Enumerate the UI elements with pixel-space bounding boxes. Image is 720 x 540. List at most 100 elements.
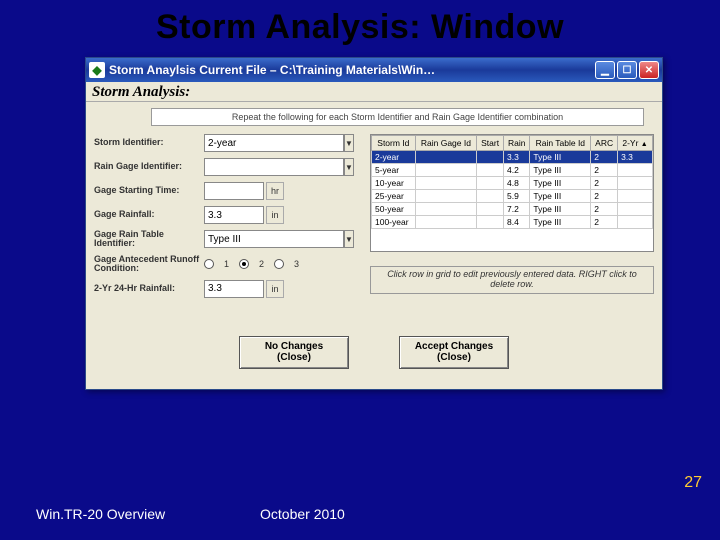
storm-identifier-label: Storm Identifier: (94, 138, 204, 147)
arc-label: Gage Antecedent Runoff Condition: (94, 255, 204, 274)
rain-table-dropdown-icon[interactable]: ▼ (344, 230, 354, 248)
table-cell: Type III (530, 151, 591, 164)
table-cell: Type III (530, 190, 591, 203)
sort-up-icon[interactable]: ▲ (641, 141, 648, 148)
table-cell: 3.3 (504, 151, 530, 164)
grid-header: Rain Gage Id (415, 136, 476, 151)
table-cell (477, 164, 504, 177)
table-row[interactable]: 2-year3.3Type III23.3 (372, 151, 653, 164)
table-cell: 4.2 (504, 164, 530, 177)
table-cell (618, 164, 653, 177)
table-row[interactable]: 50-year 7.2Type III2 (372, 203, 653, 216)
table-cell (477, 151, 504, 164)
rain-gage-label: Rain Gage Identifier: (94, 162, 204, 171)
table-cell: 8.4 (504, 216, 530, 229)
close-button[interactable]: ✕ (639, 61, 659, 79)
table-cell: Type III (530, 177, 591, 190)
table-cell: 7.2 (504, 203, 530, 216)
storm-analysis-window: ◆ Storm Anaylsis Current File – C:\Train… (85, 57, 663, 390)
table-cell: 2 (591, 203, 618, 216)
grid-header: 2-Yr ▲ (618, 136, 653, 151)
grid-header: ARC (591, 136, 618, 151)
table-cell (618, 216, 653, 229)
grid-instruction: Click row in grid to edit previously ent… (370, 266, 654, 294)
table-cell (618, 203, 653, 216)
slide-title: Storm Analysis: Window (0, 0, 720, 57)
grid-header-row: Storm Id Rain Gage Id Start Rain Rain Ta… (372, 136, 653, 151)
footer-left: Win.TR-20 Overview (36, 506, 165, 522)
form-panel: Storm Identifier: ▼ Rain Gage Identifier… (94, 134, 364, 304)
arc-radio-3[interactable] (274, 259, 284, 269)
table-row[interactable]: 25-year 5.9Type III2 (372, 190, 653, 203)
grid-header: Storm Id (372, 136, 416, 151)
table-cell (477, 203, 504, 216)
two-yr-unit: in (266, 280, 284, 298)
arc-radio-2[interactable] (239, 259, 249, 269)
arc-option-3-label: 3 (294, 259, 299, 269)
grid-header: Start (477, 136, 504, 151)
footer-page-number: 27 (684, 474, 702, 492)
gage-rainfall-label: Gage Rainfall: (94, 210, 204, 219)
gage-rainfall-unit: in (266, 206, 284, 224)
table-cell: 2-year (372, 151, 416, 164)
table-cell: 2 (591, 216, 618, 229)
table-row[interactable]: 10-year 4.8Type III2 (372, 177, 653, 190)
gage-start-label: Gage Starting Time: (94, 186, 204, 195)
rain-gage-dropdown-icon[interactable]: ▼ (344, 158, 354, 176)
arc-radio-1[interactable] (204, 259, 214, 269)
two-yr-label: 2-Yr 24-Hr Rainfall: (94, 284, 204, 293)
table-cell: 100-year (372, 216, 416, 229)
table-cell: 2 (591, 190, 618, 203)
table-cell: 2 (591, 177, 618, 190)
table-cell (618, 177, 653, 190)
storm-identifier-dropdown-icon[interactable]: ▼ (344, 134, 354, 152)
app-icon: ◆ (89, 62, 105, 78)
window-subheader: Storm Analysis: (86, 82, 662, 102)
table-cell (415, 190, 476, 203)
accept-changes-button[interactable]: Accept Changes(Close) (399, 336, 509, 369)
table-cell (415, 151, 476, 164)
table-cell: 4.8 (504, 177, 530, 190)
maximize-button[interactable]: ☐ (617, 61, 637, 79)
arc-option-2-label: 2 (259, 259, 264, 269)
titlebar-text: Storm Anaylsis Current File – C:\Trainin… (109, 63, 595, 77)
table-cell: 5-year (372, 164, 416, 177)
table-cell: 2 (591, 151, 618, 164)
table-cell: Type III (530, 216, 591, 229)
table-row[interactable]: 100-year 8.4Type III2 (372, 216, 653, 229)
table-cell (415, 203, 476, 216)
gage-start-unit: hr (266, 182, 284, 200)
table-cell (415, 164, 476, 177)
rain-table-input[interactable] (204, 230, 344, 248)
table-row[interactable]: 5-year 4.2Type III2 (372, 164, 653, 177)
table-cell: 3.3 (618, 151, 653, 164)
storm-grid[interactable]: Storm Id Rain Gage Id Start Rain Rain Ta… (370, 134, 654, 252)
table-cell (618, 190, 653, 203)
storm-identifier-input[interactable] (204, 134, 344, 152)
table-cell: 10-year (372, 177, 416, 190)
table-cell: Type III (530, 203, 591, 216)
table-cell: 25-year (372, 190, 416, 203)
minimize-button[interactable]: ▁ (595, 61, 615, 79)
gage-rainfall-input[interactable] (204, 206, 264, 224)
rain-gage-input[interactable] (204, 158, 344, 176)
rain-table-label: Gage Rain Table Identifier: (94, 230, 204, 249)
instruction-banner: Repeat the following for each Storm Iden… (151, 108, 644, 126)
table-cell (477, 177, 504, 190)
no-changes-button[interactable]: No Changes(Close) (239, 336, 349, 369)
grid-header: Rain (504, 136, 530, 151)
table-cell (415, 216, 476, 229)
table-cell (477, 216, 504, 229)
table-cell: Type III (530, 164, 591, 177)
grid-header: Rain Table Id (530, 136, 591, 151)
table-cell: 2 (591, 164, 618, 177)
table-cell: 5.9 (504, 190, 530, 203)
two-yr-input[interactable] (204, 280, 264, 298)
gage-start-input[interactable] (204, 182, 264, 200)
arc-option-1-label: 1 (224, 259, 229, 269)
table-cell (415, 177, 476, 190)
table-cell (477, 190, 504, 203)
titlebar[interactable]: ◆ Storm Anaylsis Current File – C:\Train… (86, 58, 662, 82)
table-cell: 50-year (372, 203, 416, 216)
footer-date: October 2010 (260, 506, 345, 522)
